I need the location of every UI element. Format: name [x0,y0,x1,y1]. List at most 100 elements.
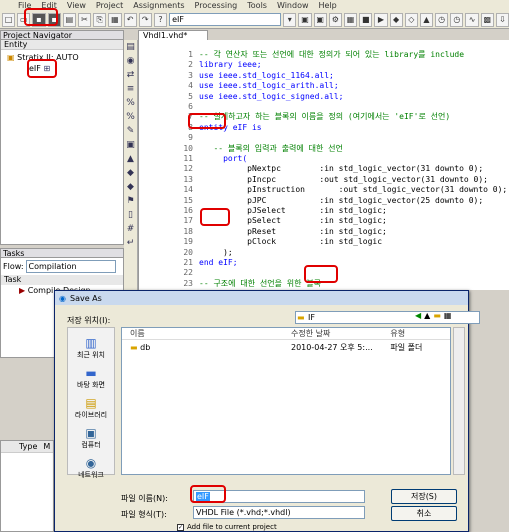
file-list-scrollbar[interactable] [453,327,465,475]
side-indent-icon[interactable]: ≡ [124,82,137,96]
file-date: 2010-04-27 오후 5:... [291,343,373,352]
line-number: 13 [183,174,193,184]
side-find-icon[interactable]: ◉ [124,54,137,68]
timing-icon[interactable]: ◷ [435,12,449,27]
stop-icon[interactable]: ■ [359,12,373,27]
tree-device[interactable]: ▣ Stratix II: AUTO [1,52,123,63]
side-bookmark-icon[interactable]: ✎ [124,124,137,138]
dropdown-arrow-icon[interactable]: ▾ [283,12,297,27]
code-line[interactable]: pJPC :in std_logic_vector(25 downto 0); [199,196,483,206]
help-pointer-icon[interactable]: ? [153,12,168,27]
side-clear-icon[interactable]: ⚑ [124,194,137,208]
code-line[interactable]: use ieee.std_logic_arith.all; [199,81,339,91]
settings-icon[interactable]: ⚙ [328,12,342,27]
side-wrap-icon[interactable]: ↵ [124,236,137,250]
side-uncomment-icon[interactable]: % [124,110,137,124]
simulation-icon[interactable]: ∿ [465,12,479,27]
side-insert-icon[interactable]: ▲ [124,152,137,166]
compile-icon[interactable]: ▶ [374,12,388,27]
side-prev-icon[interactable]: ◆ [124,180,137,194]
place-recent[interactable]: ▥ 최근 위치 [68,336,114,360]
line-number: 14 [183,185,193,195]
assignment-editor-icon[interactable]: ▣ [313,12,327,27]
code-line[interactable]: use ieee.std_logic_signed.all; [199,92,344,102]
print-icon[interactable]: ▤ [62,12,76,27]
programmer-icon[interactable]: ⇩ [495,12,509,27]
chip-icon[interactable]: ▦ [343,12,358,27]
new-folder-icon[interactable]: ▬ [433,311,441,320]
code-editor[interactable]: 1 -- 각 연산자 또는 선언에 대한 정의가 되어 있는 library를 i… [138,40,509,298]
code-line[interactable]: pReset :in std_logic; [199,227,387,237]
menu-window[interactable]: Window [277,0,309,11]
assembler-icon[interactable]: ▲ [419,12,434,27]
menu-assignments[interactable]: Assignments [133,0,184,11]
file-row-db[interactable]: ▬ db 2010-04-27 오후 5:... 파일 폴더 [122,342,450,354]
side-numbers-icon[interactable]: # [124,222,137,236]
side-next-icon[interactable]: ◆ [124,166,137,180]
redo-icon[interactable]: ↷ [138,12,152,27]
name-column-header[interactable]: 이름 [122,328,291,339]
back-icon[interactable]: ◀ [415,311,421,320]
code-line[interactable]: end eIF; [199,258,238,268]
type-column-header[interactable]: 유형 [390,328,450,339]
side-replace-icon[interactable]: ⇄ [124,68,137,82]
project-navigator-title: Project Navigator [1,31,123,40]
timer-icon[interactable]: ◷ [450,12,464,27]
code-line[interactable]: pInstruction :out std_logic_vector(31 do… [199,185,507,195]
code-line[interactable]: use ieee.std_logic_1164.all; [199,71,334,81]
fitter-icon[interactable]: ◇ [404,12,418,27]
side-file-icon[interactable]: ▯ [124,208,137,222]
menu-view[interactable]: View [67,0,86,11]
paste-icon[interactable]: ▦ [108,12,122,27]
code-line[interactable]: library ieee; [199,60,262,70]
place-libraries[interactable]: ▤ 라이브러리 [68,396,114,420]
cancel-button[interactable]: 취소 [391,506,457,521]
date-column-header[interactable]: 수정한 날짜 [291,328,390,339]
side-template-icon[interactable]: ▣ [124,138,137,152]
menu-help[interactable]: Help [319,0,337,11]
cut-icon[interactable]: ✂ [77,12,92,27]
menu-processing[interactable]: Processing [195,0,238,11]
menu-project[interactable]: Project [96,0,123,11]
messages-panel: Type M [0,440,54,532]
tree-entity-eif[interactable]: eIF ⊞ [1,63,123,74]
pin-planner-icon[interactable]: ▣ [298,12,312,27]
flow-select[interactable]: Compilation [25,260,116,273]
filetype-select[interactable]: VHDL File (*.vhd;*.vhdl) [193,506,365,519]
highlight-arch-eif [304,265,338,283]
place-desktop[interactable]: ▬ 바탕 화면 [68,366,114,390]
place-desktop-label: 바탕 화면 [77,381,105,389]
analysis-icon[interactable]: ◆ [389,12,403,27]
file-list[interactable]: 이름 수정한 날짜 유형 ▬ db 2010-04-27 오후 5:... 파일… [121,327,451,475]
code-line[interactable]: ); [199,248,233,258]
place-computer[interactable]: ▣ 컴퓨터 [68,426,114,450]
rtl-viewer-icon[interactable]: ▩ [480,12,494,27]
code-line[interactable]: -- 설계하고자 하는 블록의 이름을 정의 (여기에서는 'eIF'로 선언) [199,112,450,122]
save-button[interactable]: 저장(S) [391,489,457,504]
menu-tools[interactable]: Tools [247,0,267,11]
copy-icon[interactable]: ⎘ [93,12,107,27]
undo-icon[interactable]: ↶ [123,12,137,27]
filename-label: 파일 이름(N): [121,494,168,503]
place-network[interactable]: ◉ 네트워크 [68,456,114,480]
line-number: 10 [183,143,193,153]
line-number: 22 [183,268,193,278]
code-line[interactable]: -- 블록의 입력과 출력에 대한 선언 [199,144,342,154]
entity-combo[interactable]: eIF [169,13,282,26]
code-line[interactable]: pNextpc :in std_logic_vector(31 downto 0… [199,164,483,174]
libraries-icon: ▤ [85,396,97,410]
side-open-icon[interactable]: ▤ [124,40,137,54]
editor-tab[interactable]: Vhdl1.vhd* [138,30,208,40]
save-in-select[interactable]: IF [295,311,480,324]
code-line[interactable]: -- 각 연산자 또는 선언에 대한 정의가 되어 있는 library를 in… [199,50,464,60]
code-line[interactable]: -- 구조에 대한 선언을 위한 블록 [199,279,321,289]
code-line[interactable]: port( [199,154,247,164]
up-folder-icon[interactable]: ▲ [424,311,430,320]
code-line[interactable]: pClock :in std_logic [199,237,382,247]
dialog-titlebar: ◉ Save As [55,291,468,305]
code-line[interactable]: pIncpc :out std_logic_vector(31 downto 0… [199,175,488,185]
side-comment-icon[interactable]: % [124,96,137,110]
add-file-checkbox[interactable]: ✓ [177,523,184,531]
new-file-icon[interactable]: □ [2,12,16,27]
view-menu-icon[interactable]: ▦ [444,311,452,320]
